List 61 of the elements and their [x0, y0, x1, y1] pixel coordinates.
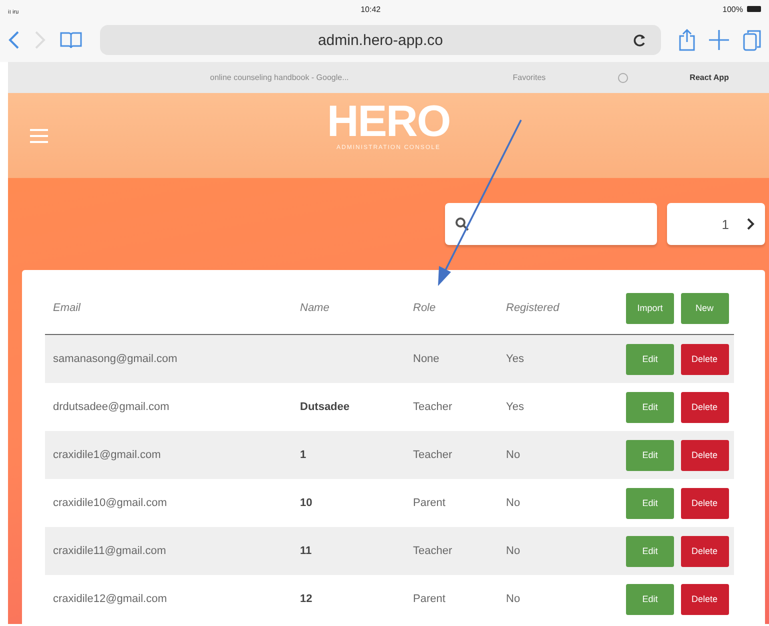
name-cell: Dutsadee: [300, 401, 350, 413]
edit-button[interactable]: Edit: [626, 536, 674, 566]
registered-cell: Yes: [506, 353, 524, 365]
email-cell: craxidile10@gmail.com: [53, 497, 167, 509]
battery-percent: 100%: [722, 4, 743, 14]
bookmark-link[interactable]: Favorites: [500, 73, 558, 82]
plus-icon[interactable]: [709, 30, 729, 50]
email-cell: craxidile11@gmail.com: [53, 545, 166, 557]
search-field[interactable]: [445, 203, 657, 245]
registered-cell: No: [506, 545, 520, 557]
action-button[interactable]: New: [680, 292, 728, 324]
edit-button[interactable]: Edit: [626, 584, 674, 614]
email-cell: drdutsadee@gmail.com: [53, 401, 170, 413]
role-cell: None: [413, 353, 440, 365]
edit-button[interactable]: Edit: [626, 440, 674, 470]
address-bar[interactable]: admin.hero-app.co: [100, 25, 661, 55]
delete-button[interactable]: Delete: [680, 440, 728, 470]
battery-icon: [747, 6, 761, 12]
carrier-signal: ᵢₗ ᵢᵣᵤ: [8, 4, 19, 14]
delete-button[interactable]: Delete: [680, 488, 728, 518]
column-header: Email: [53, 302, 81, 314]
role-cell: Teacher: [413, 401, 452, 413]
column-header: Registered: [506, 302, 560, 314]
bookmark-link[interactable]: online counseling handbook - Google...: [198, 73, 361, 82]
back-icon[interactable]: [8, 31, 20, 49]
registered-cell: Yes: [506, 401, 524, 413]
status-time: 10:42: [360, 4, 381, 14]
role-cell: Parent: [413, 497, 446, 509]
edit-button[interactable]: Edit: [626, 392, 674, 422]
book-icon[interactable]: [60, 31, 82, 49]
page-selector[interactable]: 1: [667, 203, 765, 245]
role-cell: Teacher: [413, 545, 452, 557]
role-cell: Parent: [413, 593, 446, 605]
name-cell: 12: [300, 593, 312, 605]
column-header: Role: [413, 302, 436, 314]
menu-icon[interactable]: [30, 128, 48, 142]
app-logo: HERO: [326, 99, 450, 146]
bookmark-link[interactable]: React App: [678, 73, 741, 82]
action-button[interactable]: Import: [626, 292, 674, 324]
email-cell: samanasong@gmail.com: [53, 353, 178, 365]
name-cell: 11: [300, 545, 312, 557]
edit-button[interactable]: Edit: [626, 344, 674, 374]
next-page-icon[interactable]: [747, 218, 755, 230]
reload-icon[interactable]: [633, 32, 647, 48]
registered-cell: No: [506, 593, 520, 605]
column-header: Name: [300, 302, 330, 314]
delete-button[interactable]: Delete: [680, 584, 728, 614]
email-cell: craxidile12@gmail.com: [53, 593, 167, 605]
share-icon[interactable]: [679, 29, 695, 51]
tabs-icon[interactable]: [743, 29, 761, 51]
delete-button[interactable]: Delete: [680, 536, 728, 566]
name-cell: 10: [300, 497, 312, 509]
delete-button[interactable]: Delete: [680, 344, 728, 374]
registered-cell: No: [506, 449, 520, 461]
registered-cell: No: [506, 497, 520, 509]
delete-button[interactable]: Delete: [680, 392, 728, 422]
name-cell: 1: [300, 449, 306, 461]
search-icon: [455, 217, 469, 231]
role-cell: Teacher: [413, 449, 452, 461]
edit-button[interactable]: Edit: [626, 488, 674, 518]
email-cell: craxidile1@gmail.com: [53, 449, 161, 461]
